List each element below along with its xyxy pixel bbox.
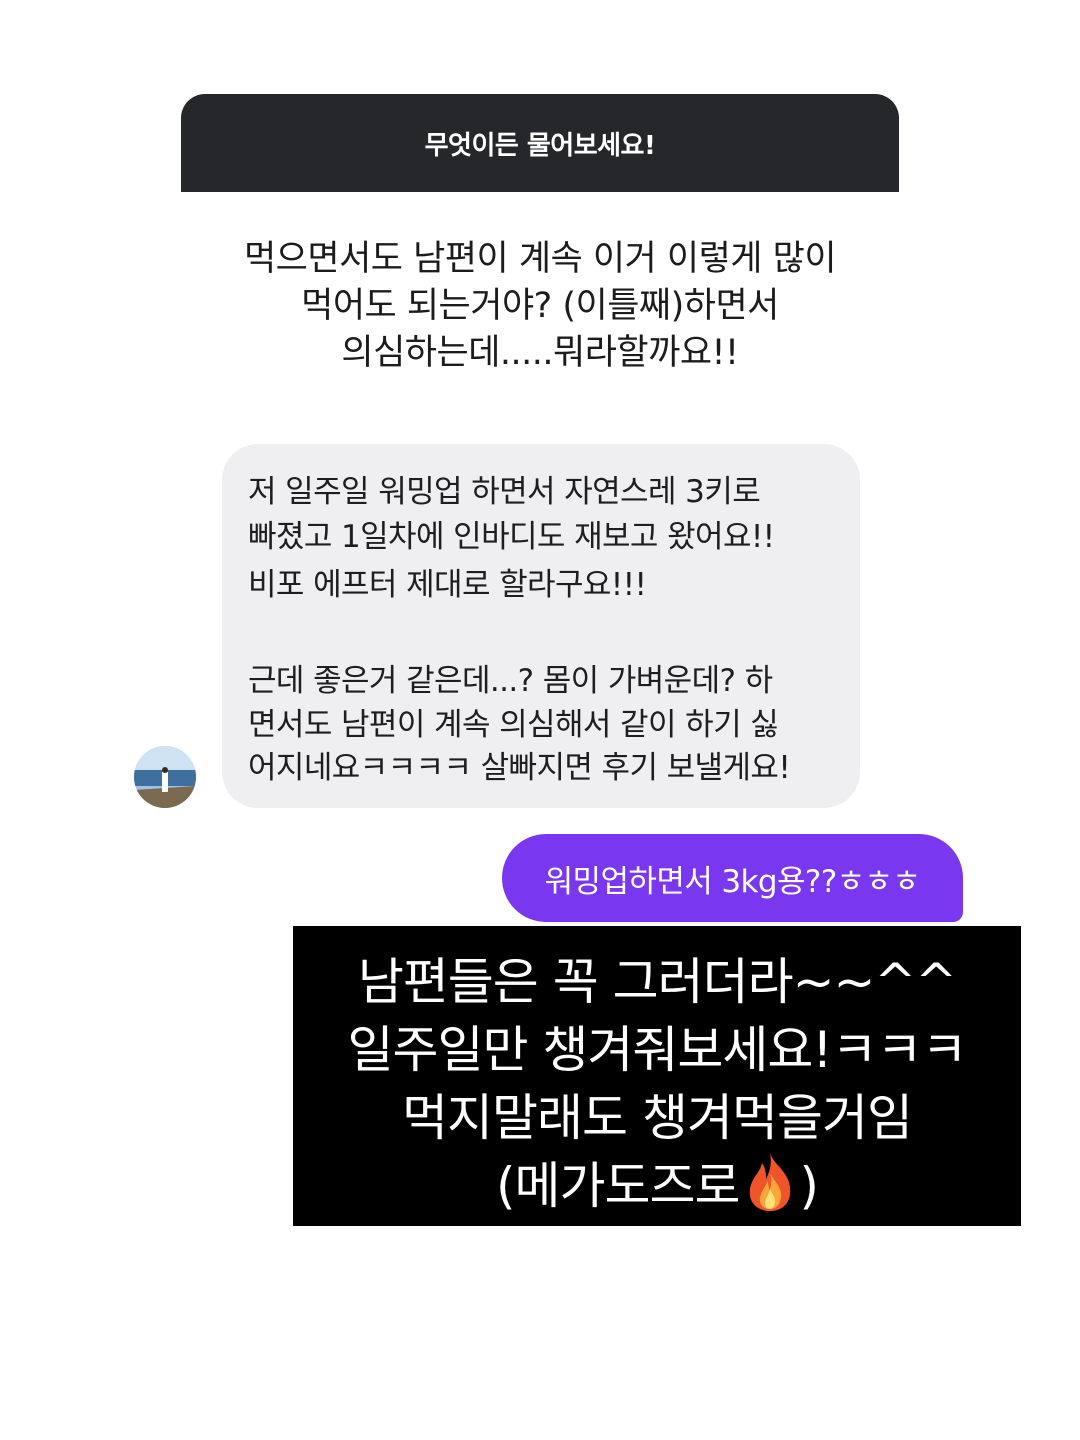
incoming-message-line: 빠졌고 1일차에 인바디도 재보고 왔어요!! <box>248 519 775 555</box>
incoming-message-line: 근데 좋은거 같은데...? 몸이 가벼운데? 하 <box>248 663 773 699</box>
outgoing-message-bubble: 워밍업하면서 3kg용??ㅎㅎㅎ <box>502 834 963 922</box>
reply-line-2: 일주일만 챙겨줘보세요!ㅋㅋㅋ <box>347 1021 968 1079</box>
question-header-title: 무엇이든 물어보세요! <box>424 130 656 161</box>
reply-line-4: (메가도즈로 ) <box>293 1146 1021 1218</box>
incoming-message-bubble: 저 일주일 워밍업 하면서 자연스레 3키로 빠졌고 1일차에 인바디도 재보고… <box>222 444 860 808</box>
outgoing-message-text: 워밍업하면서 3kg용??ㅎㅎㅎ <box>544 863 921 900</box>
reply-line-1: 남편들은 꼭 그러더라~~^^ <box>357 953 957 1011</box>
fire-emoji-icon <box>749 1153 790 1211</box>
reply-text-box: 남편들은 꼭 그러더라~~^^ 일주일만 챙겨줘보세요!ㅋㅋㅋ 먹지말래도 챙겨… <box>293 926 1021 1226</box>
question-card-body: 먹으면서도 남편이 계속 이거 이렇게 많이 먹어도 되는거야? (이틀째)하면… <box>181 236 899 377</box>
avatar-photo-icon <box>134 746 196 808</box>
reply-line-3: 먹지말래도 챙겨먹을거임 <box>402 1089 913 1147</box>
question-line: 먹으면서도 남편이 계속 이거 이렇게 많이 <box>243 239 837 279</box>
question-line: 먹어도 되는거야? (이틀째)하면서 <box>301 286 779 326</box>
incoming-message-line: 어지네요ㅋㅋㅋㅋ 살빠지면 후기 보낼게요! <box>248 750 791 786</box>
reply-line-4-start: (메가도즈로 <box>495 1157 741 1215</box>
reply-line-4-end: ) <box>799 1157 819 1215</box>
incoming-message-line: 면서도 남편이 계속 의심해서 같이 하기 싫 <box>248 707 779 743</box>
question-card-header: 무엇이든 물어보세요! <box>181 94 899 192</box>
question-line: 의심하는데.....뭐라할까요!! <box>341 333 739 373</box>
profile-photo-avatar[interactable] <box>134 746 196 808</box>
incoming-message-line: 비포 에프터 제대로 할라구요!!! <box>248 567 647 603</box>
incoming-message-line: 저 일주일 워밍업 하면서 자연스레 3키로 <box>248 474 761 510</box>
